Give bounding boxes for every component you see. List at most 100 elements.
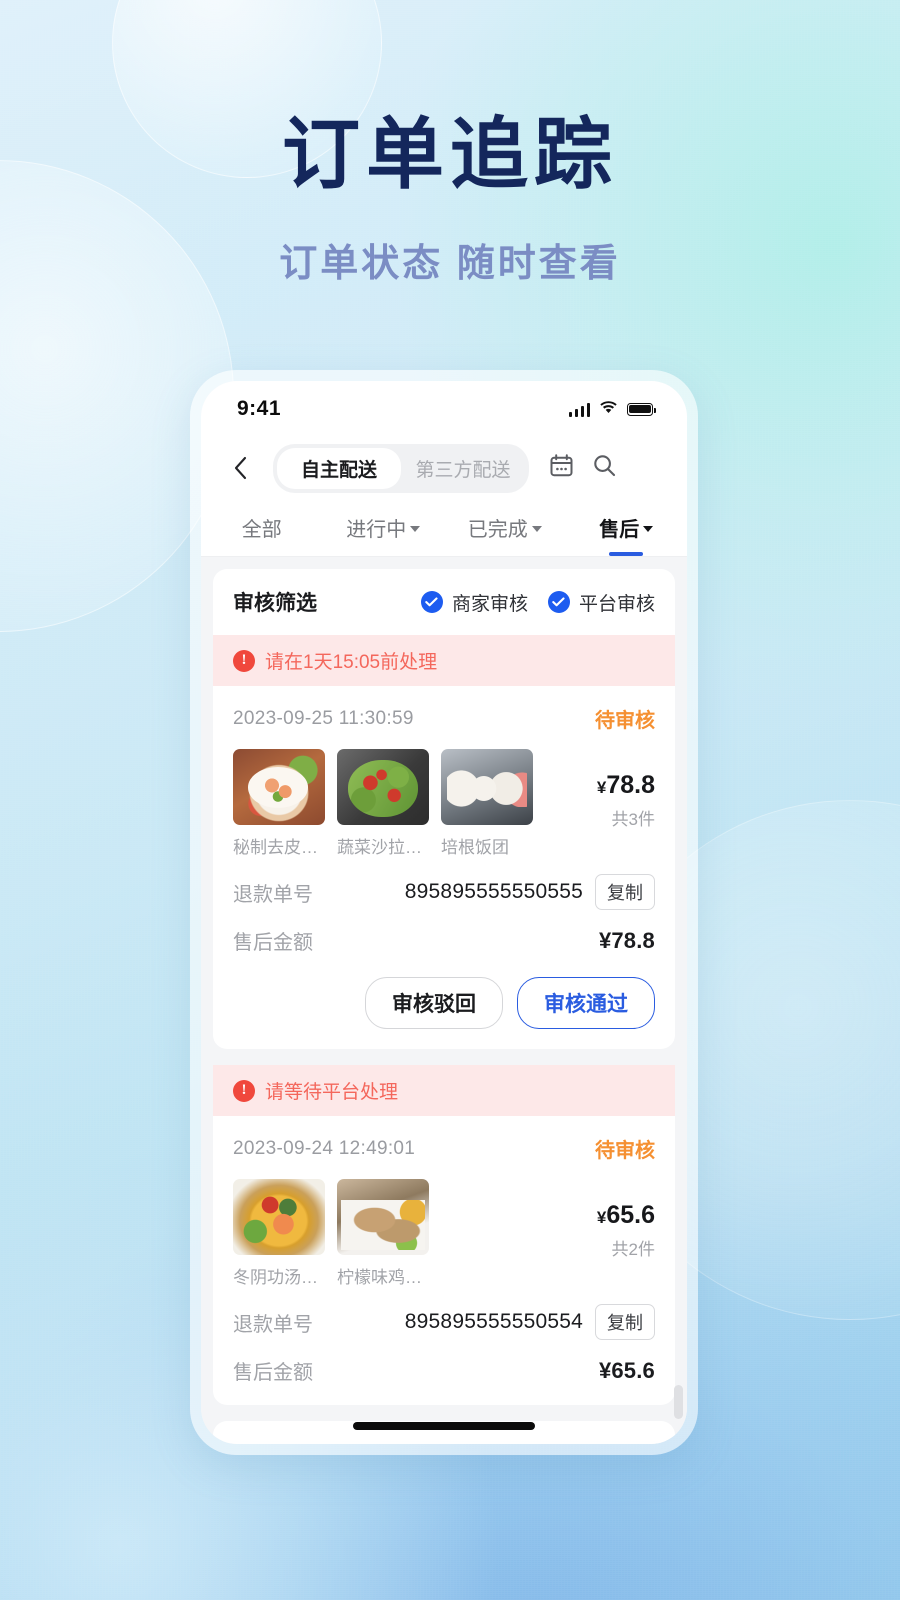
battery-full-icon [627, 402, 656, 416]
order-total-price: ¥78.8 [569, 771, 655, 800]
refund-number-row: 退款单号 895895555550555 复制 [233, 874, 655, 910]
refund-number-label: 退款单号 [233, 1313, 313, 1336]
status-badge: 待审核 [595, 1140, 655, 1162]
chevron-down-icon [531, 526, 542, 532]
page-title: 订单追踪 [281, 110, 618, 198]
status-badge: 审核驳回 [575, 1439, 655, 1444]
page-subtitle: 订单状态 随时查看 [279, 243, 621, 286]
currency-symbol: ¥ [598, 1357, 612, 1383]
currency-symbol: ¥ [596, 778, 607, 797]
order-alert-banner: ! 请在1天15:05前处理 [213, 635, 675, 686]
order-total-amount: 78.8 [606, 771, 655, 799]
refund-amount-value: ¥65.6 [599, 1358, 655, 1384]
refund-amount-number: 78.8 [611, 927, 655, 953]
tab-after-sales[interactable]: 售后 [566, 499, 688, 556]
order-thumbnails: 冬阴功汤河... 柠檬味鸡肉... [233, 1179, 555, 1288]
goods-image [233, 1179, 325, 1255]
refund-amount-value: ¥78.8 [599, 928, 655, 954]
currency-symbol: ¥ [598, 927, 612, 953]
goods-image [441, 749, 533, 825]
delivery-mode-segmented-control[interactable]: 自主配送 第三方配送 [273, 443, 529, 493]
audit-filter-options: 商家审核 平台审核 [420, 589, 655, 616]
calendar-icon[interactable] [549, 453, 574, 483]
check-icon [420, 591, 443, 613]
goods-item[interactable]: 培根饭团 [441, 749, 533, 858]
alert-circle-icon: ! [233, 649, 255, 672]
checkbox-merchant-audit[interactable]: 商家审核 [420, 589, 528, 616]
checkbox-platform-audit[interactable]: 平台审核 [547, 589, 655, 616]
refund-amount-row: 售后金额 ¥65.6 [233, 1356, 655, 1385]
goods-name: 柠檬味鸡肉... [337, 1268, 429, 1287]
order-date: 2023-09-25 11:30:59 [233, 707, 414, 729]
order-alert-banner: ! 请等待平台处理 [213, 1065, 675, 1116]
segment-third-party-delivery[interactable]: 第三方配送 [401, 448, 525, 489]
signal-bars-icon [568, 402, 590, 417]
order-status-tabs: 全部 进行中 已完成 售后 [201, 499, 687, 557]
audit-filter-bar: 审核筛选 商家审核 平台审核 [213, 569, 675, 635]
order-price-column: ¥65.6 共2件 [569, 1179, 655, 1260]
refund-number-value: 895895555550555 [404, 880, 583, 903]
copy-button[interactable]: 复制 [595, 874, 655, 910]
chevron-down-icon [410, 526, 421, 532]
currency-symbol: ¥ [596, 1208, 607, 1227]
status-bar-time: 9:41 [237, 397, 282, 420]
order-item-count: 共3件 [611, 810, 655, 829]
check-icon [547, 591, 570, 613]
goods-image [233, 749, 325, 825]
order-list[interactable]: 审核筛选 商家审核 平台审核 ! 请在1天15:05前处理 2023-09-25… [201, 557, 687, 1444]
order-date: 2023-09-22 13:25:20 [233, 1443, 415, 1445]
nav-actions [549, 453, 617, 483]
refund-amount-number: 65.6 [611, 1357, 655, 1383]
approve-audit-button[interactable]: 审核通过 [517, 977, 655, 1029]
order-actions: 审核驳回 审核通过 [233, 977, 655, 1029]
wifi-icon [599, 399, 618, 419]
order-alert-text: 请在1天15:05前处理 [265, 652, 438, 673]
goods-name: 冬阴功汤河... [233, 1268, 325, 1287]
nav-bar: 自主配送 第三方配送 [201, 437, 687, 499]
audit-filter-title: 审核筛选 [233, 592, 317, 615]
checkbox-platform-audit-label: 平台审核 [578, 593, 655, 615]
order-alert-text: 请等待平台处理 [265, 1082, 399, 1103]
copy-button[interactable]: 复制 [595, 1304, 655, 1340]
order-card-body: 2023-09-25 11:30:59 待审核 秘制去皮虾... 蔬菜沙拉拼..… [213, 686, 675, 1049]
search-icon[interactable] [592, 453, 617, 483]
order-thumbnails: 秘制去皮虾... 蔬菜沙拉拼... 培根饭团 [233, 749, 555, 858]
tab-all[interactable]: 全部 [201, 499, 323, 556]
segment-self-delivery[interactable]: 自主配送 [277, 447, 401, 489]
order-price-column: ¥78.8 共3件 [569, 749, 655, 830]
checkbox-merchant-audit-label: 商家审核 [451, 593, 528, 615]
back-button[interactable] [223, 451, 257, 485]
refund-number-row: 退款单号 895895555550554 复制 [233, 1304, 655, 1340]
refund-number-value-group: 895895555550555 复制 [405, 874, 655, 910]
hero-section: 订单追踪 订单状态 随时查看 [0, 112, 900, 287]
phone-screen: 9:41 自主配送 第三方配送 全部 进行中 已完成 售后 审核筛选 商家审核 … [201, 381, 687, 1444]
home-indicator [353, 1422, 535, 1430]
tab-in-progress[interactable]: 进行中 [323, 499, 445, 556]
order-card-header: 2023-09-25 11:30:59 待审核 [233, 704, 655, 733]
order-card-header: 2023-09-22 13:25:20 审核驳回 [233, 1439, 655, 1445]
scrollbar-thumb[interactable] [674, 1385, 683, 1419]
order-total-amount: 65.6 [606, 1201, 655, 1229]
goods-item[interactable]: 冬阴功汤河... [233, 1179, 325, 1288]
status-bar-icons [568, 399, 656, 419]
order-goods-row: 秘制去皮虾... 蔬菜沙拉拼... 培根饭团 ¥78.8 共3件 [233, 749, 655, 858]
goods-name: 秘制去皮虾... [233, 838, 325, 857]
goods-item[interactable]: 秘制去皮虾... [233, 749, 325, 858]
tab-after-sales-label: 售后 [599, 519, 640, 541]
goods-item[interactable]: 蔬菜沙拉拼... [337, 749, 429, 858]
goods-image [337, 749, 429, 825]
refund-amount-label: 售后金额 [233, 932, 313, 954]
status-badge: 待审核 [595, 710, 655, 732]
goods-item[interactable]: 柠檬味鸡肉... [337, 1179, 429, 1288]
order-card[interactable]: ! 请在1天15:05前处理 2023-09-25 11:30:59 待审核 秘… [213, 635, 675, 1049]
tab-all-label: 全部 [241, 519, 282, 541]
order-card[interactable]: ! 请等待平台处理 2023-09-24 12:49:01 待审核 冬阴功汤河.… [213, 1065, 675, 1405]
order-goods-row: 冬阴功汤河... 柠檬味鸡肉... ¥65.6 共2件 [233, 1179, 655, 1288]
goods-image [337, 1179, 429, 1255]
tab-completed[interactable]: 已完成 [444, 499, 566, 556]
order-total-price: ¥65.6 [569, 1201, 655, 1230]
goods-name: 蔬菜沙拉拼... [337, 838, 429, 857]
order-date: 2023-09-24 12:49:01 [233, 1137, 416, 1159]
alert-circle-icon: ! [233, 1079, 255, 1102]
reject-audit-button[interactable]: 审核驳回 [365, 977, 503, 1029]
